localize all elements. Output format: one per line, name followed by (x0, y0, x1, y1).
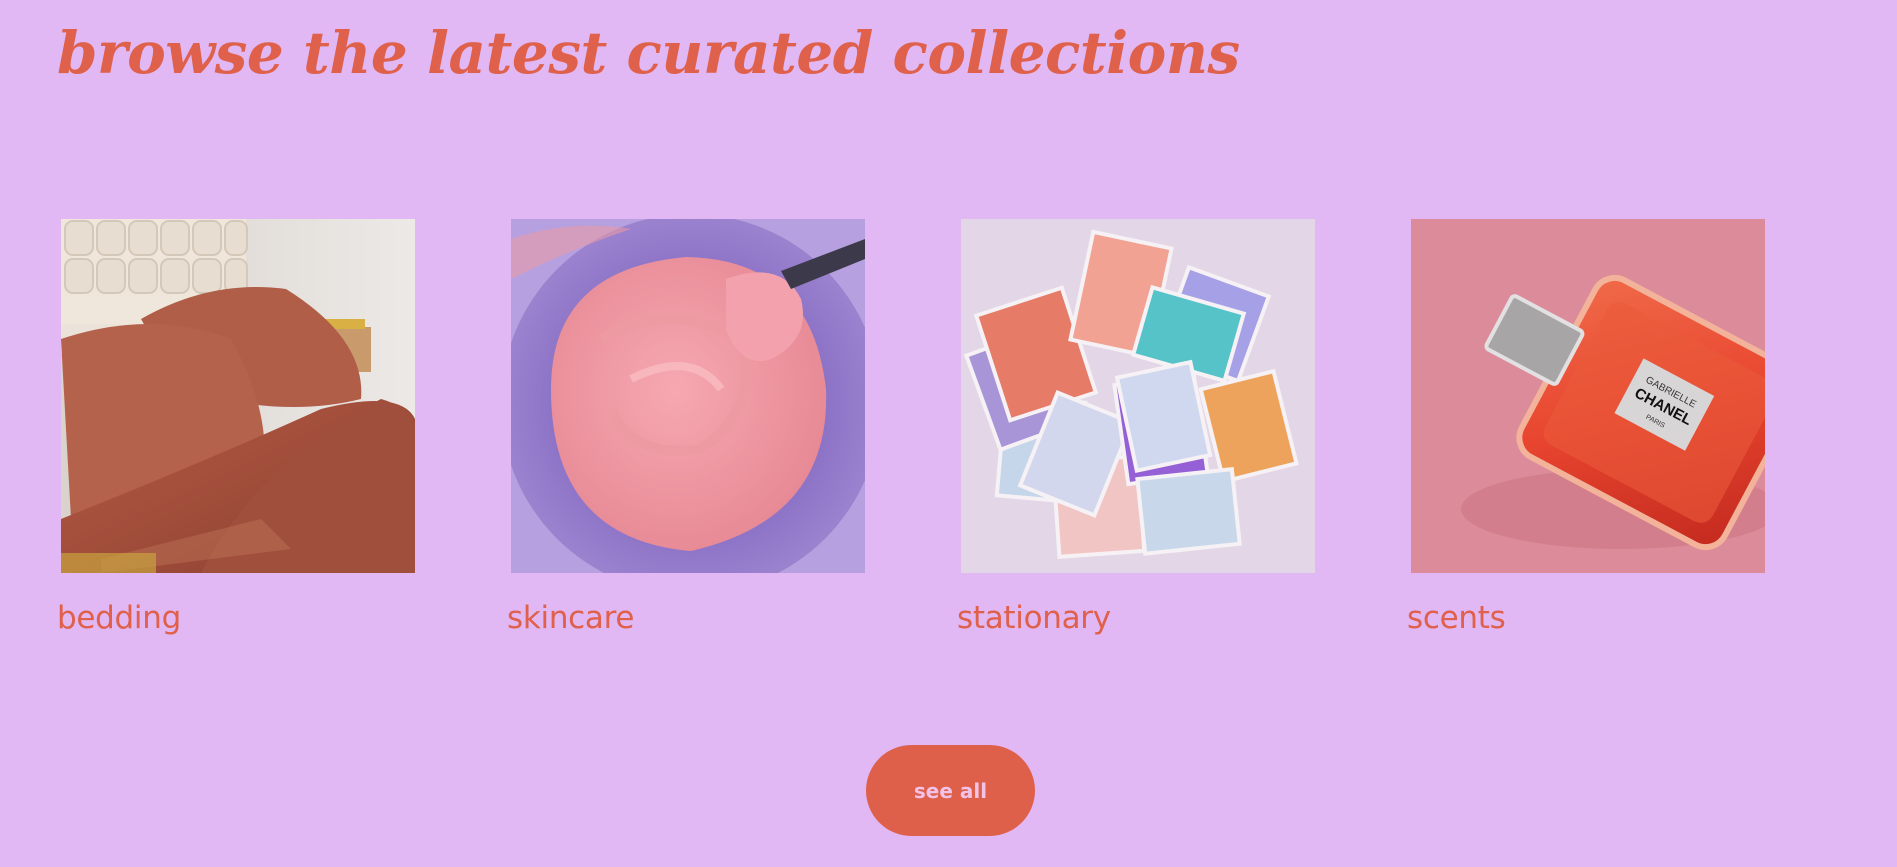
see-all-button[interactable]: see all (866, 745, 1035, 836)
section-heading: browse the latest curated collections (57, 19, 1240, 87)
collection-label-skincare[interactable]: skincare (507, 598, 634, 638)
bedding-image[interactable] (61, 219, 415, 573)
collection-label-stationary[interactable]: stationary (957, 598, 1111, 638)
collection-card-skincare[interactable]: skincare (507, 219, 865, 636)
collection-card-stationary[interactable]: stationary (957, 219, 1315, 636)
collection-label-bedding[interactable]: bedding (57, 598, 181, 638)
collection-label-scents[interactable]: scents (1407, 598, 1506, 638)
scents-image[interactable]: GABRIELLE CHANEL PARIS (1411, 219, 1765, 573)
stationary-image[interactable] (961, 219, 1315, 573)
collection-card-bedding[interactable]: bedding (57, 219, 415, 636)
collection-card-scents[interactable]: GABRIELLE CHANEL PARIS scents (1407, 219, 1765, 636)
skincare-image[interactable] (511, 219, 865, 573)
